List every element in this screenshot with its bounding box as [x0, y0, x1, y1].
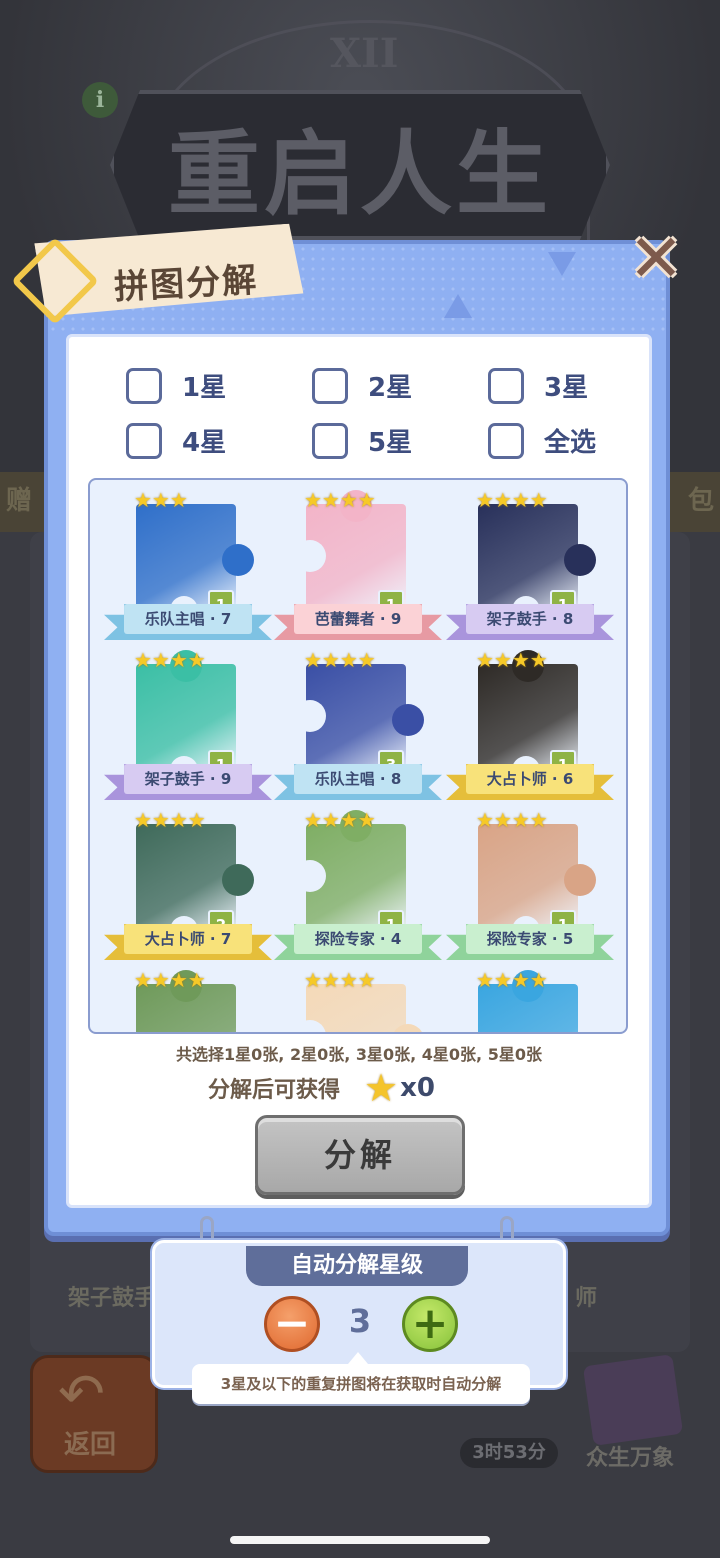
name-ribbon: 乐队主唱 · 7	[104, 604, 272, 640]
puzzle-piece[interactable]: ★★★★	[274, 966, 444, 1032]
rarity-stars: ★★★★	[304, 488, 376, 512]
piece-name: 探险专家 · 5	[466, 924, 594, 954]
book-icon[interactable]	[582, 1354, 684, 1446]
decor-triangle	[548, 252, 576, 276]
puzzle-tab	[222, 544, 254, 576]
puzzle-hole	[294, 540, 326, 572]
piece-name: 大占卜师 · 6	[466, 764, 594, 794]
filter-select-all[interactable]: 全选	[488, 422, 596, 459]
decompose-button[interactable]: 分解	[255, 1115, 465, 1195]
book-label: 众生万象	[586, 1446, 675, 1471]
plus-button[interactable]: +	[402, 1296, 458, 1352]
piece-name: 探险专家 · 4	[294, 924, 422, 954]
checkbox[interactable]	[312, 422, 348, 459]
dialog-title: 拼图分解	[113, 260, 260, 308]
background-strip-left-text: 赠	[6, 486, 33, 516]
rarity-stars: ★★★★	[134, 808, 206, 832]
puzzle-tab	[564, 544, 596, 576]
checkbox[interactable]	[488, 422, 524, 459]
filter-4-star[interactable]: 4星	[126, 422, 226, 459]
name-ribbon: 探险专家 · 4	[274, 924, 442, 960]
puzzle-piece[interactable]: ★★★★	[446, 966, 616, 1032]
piece-name: 大占卜师 · 7	[124, 924, 252, 954]
puzzle-grid[interactable]: ★★★1乐队主唱 · 7★★★★1芭蕾舞者 · 9★★★★1架子鼓手 · 8★★…	[88, 478, 628, 1034]
rarity-stars: ★★★★	[476, 808, 548, 832]
puzzle-tab	[222, 864, 254, 896]
puzzle-hole	[294, 700, 326, 732]
rarity-stars: ★★★★	[476, 648, 548, 672]
name-ribbon: 芭蕾舞者 · 9	[274, 604, 442, 640]
back-button-label: 返回	[64, 1430, 117, 1460]
back-arrow-icon: ↶	[58, 1362, 105, 1427]
rarity-stars: ★★★★	[476, 968, 548, 992]
rarity-stars: ★★★★	[304, 808, 376, 832]
rarity-stars: ★★★★	[476, 488, 548, 512]
filter-5-star[interactable]: 5星	[312, 422, 412, 459]
close-icon[interactable]: ✕	[626, 226, 686, 292]
decor-triangle	[444, 294, 472, 318]
clock-numeral: XII	[330, 30, 399, 77]
game-title: 重启人生	[167, 120, 552, 228]
checkbox[interactable]	[312, 367, 348, 404]
filter-label: 1星	[182, 373, 227, 403]
filter-label: 5星	[368, 428, 413, 458]
piece-name: 乐队主唱 · 7	[124, 604, 252, 634]
puzzle-piece[interactable]: ★★★1乐队主唱 · 7	[104, 486, 274, 646]
yield-row: 分解后可获得 ★ x0	[208, 1068, 435, 1108]
rarity-stars: ★★★	[134, 488, 188, 512]
name-ribbon: 乐队主唱 · 8	[274, 764, 442, 800]
puzzle-piece[interactable]: ★★★★1探险专家 · 4	[274, 806, 444, 966]
name-ribbon: 架子鼓手 · 9	[104, 764, 272, 800]
tooltip-arrow	[348, 1352, 368, 1364]
filter-label: 2星	[368, 373, 413, 403]
filter-label: 4星	[182, 428, 227, 458]
star-level-value: 3	[348, 1302, 372, 1340]
selection-summary: 共选择1星0张, 2星0张, 3星0张, 4星0张, 5星0张	[176, 1045, 542, 1064]
background-strip-right-text: 包	[687, 486, 714, 516]
background-card-label: 师	[575, 1286, 598, 1311]
piece-name: 架子鼓手 · 8	[466, 604, 594, 634]
rarity-stars: ★★★★	[134, 648, 206, 672]
name-ribbon: 大占卜师 · 7	[104, 924, 272, 960]
puzzle-piece[interactable]: ★★★★	[104, 966, 274, 1032]
piece-name: 架子鼓手 · 9	[124, 764, 252, 794]
timer-badge: 3时53分	[460, 1438, 558, 1468]
filter-2-star[interactable]: 2星	[312, 367, 412, 404]
minus-button[interactable]: −	[264, 1296, 320, 1352]
piece-name: 乐队主唱 · 8	[294, 764, 422, 794]
puzzle-piece[interactable]: ★★★★1探险专家 · 5	[446, 806, 616, 966]
puzzle-piece[interactable]: ★★★★1芭蕾舞者 · 9	[274, 486, 444, 646]
puzzle-piece[interactable]: ★★★★2大占卜师 · 7	[104, 806, 274, 966]
home-indicator[interactable]	[230, 1536, 490, 1544]
rarity-stars: ★★★★	[304, 648, 376, 672]
rarity-stars: ★★★★	[134, 968, 206, 992]
puzzle-piece[interactable]: ★★★★3乐队主唱 · 8	[274, 646, 444, 806]
name-ribbon: 探险专家 · 5	[446, 924, 614, 960]
checkbox[interactable]	[126, 367, 162, 404]
filter-label: 全选	[544, 428, 597, 458]
piece-name: 芭蕾舞者 · 9	[294, 604, 422, 634]
auto-decompose-title: 自动分解星级	[246, 1246, 468, 1286]
yield-label: 分解后可获得	[208, 1078, 341, 1103]
rarity-stars: ★★★★	[304, 968, 376, 992]
puzzle-piece[interactable]: ★★★★1大占卜师 · 6	[446, 646, 616, 806]
name-ribbon: 架子鼓手 · 8	[446, 604, 614, 640]
background-card-label: 架子鼓手	[68, 1286, 157, 1311]
puzzle-tab	[564, 864, 596, 896]
checkbox[interactable]	[488, 367, 524, 404]
info-icon[interactable]: i	[82, 82, 118, 118]
filter-3-star[interactable]: 3星	[488, 367, 588, 404]
puzzle-piece[interactable]: ★★★★1架子鼓手 · 8	[446, 486, 616, 646]
filter-1-star[interactable]: 1星	[126, 367, 226, 404]
puzzle-hole	[294, 860, 326, 892]
name-ribbon: 大占卜师 · 6	[446, 764, 614, 800]
filter-label: 3星	[544, 373, 589, 403]
yield-count: x0	[400, 1073, 435, 1103]
puzzle-tab	[392, 704, 424, 736]
checkbox[interactable]	[126, 422, 162, 459]
puzzle-piece[interactable]: ★★★★1架子鼓手 · 9	[104, 646, 274, 806]
auto-decompose-tooltip: 3星及以下的重复拼图将在获取时自动分解	[192, 1364, 530, 1404]
star-icon: ★	[364, 1066, 399, 1110]
